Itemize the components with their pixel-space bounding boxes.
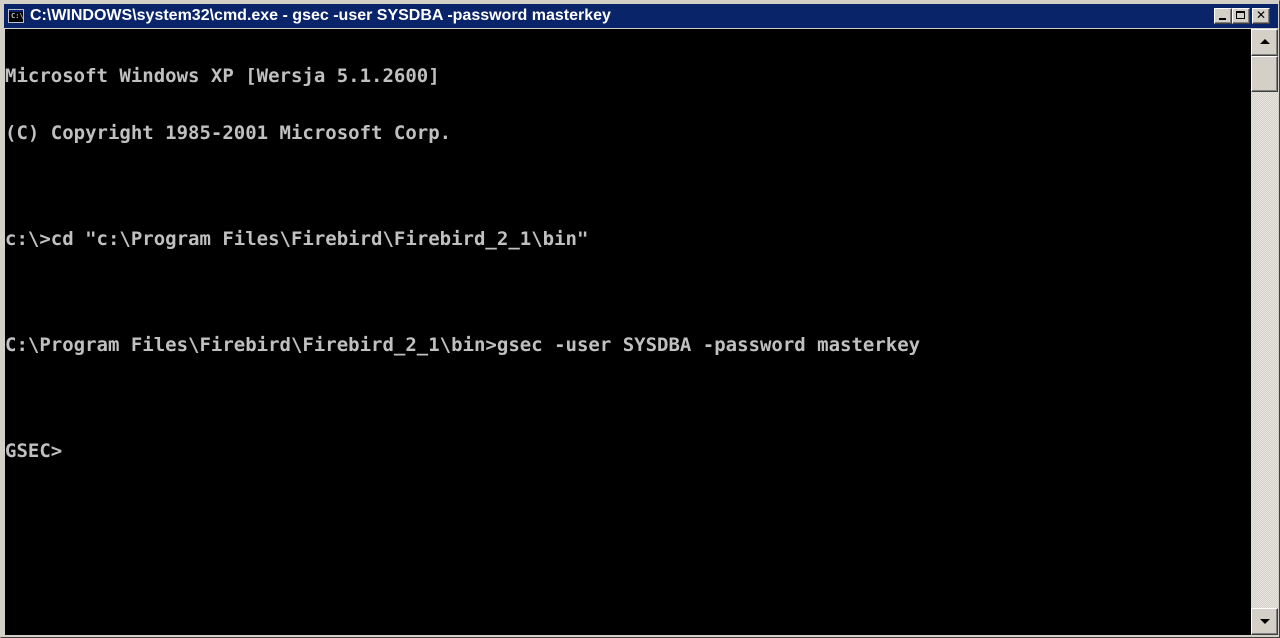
console-prompt: GSEC> bbox=[5, 440, 63, 462]
console-prompt-line: GSEC> bbox=[5, 442, 1251, 461]
minimize-button[interactable] bbox=[1214, 8, 1232, 24]
cmd-app-icon[interactable]: C:\ bbox=[8, 9, 24, 23]
title-bar[interactable]: C:\ C:\WINDOWS\system32\cmd.exe - gsec -… bbox=[4, 4, 1278, 28]
scroll-down-arrow-icon bbox=[1260, 619, 1270, 624]
close-button[interactable]: ✕ bbox=[1252, 8, 1270, 24]
console-output[interactable]: Microsoft Windows XP [Wersja 5.1.2600] (… bbox=[5, 29, 1251, 635]
window-title: C:\WINDOWS\system32\cmd.exe - gsec -user… bbox=[30, 7, 611, 24]
maximize-button[interactable] bbox=[1232, 8, 1250, 24]
maximize-icon bbox=[1236, 11, 1245, 19]
console-line: (C) Copyright 1985-2001 Microsoft Corp. bbox=[5, 122, 452, 144]
close-icon: ✕ bbox=[1255, 8, 1267, 22]
scrollbar-thumb[interactable] bbox=[1251, 56, 1278, 92]
scroll-up-button[interactable] bbox=[1251, 29, 1278, 56]
scroll-down-button[interactable] bbox=[1251, 608, 1278, 635]
console-line: C:\Program Files\Firebird\Firebird_2_1\b… bbox=[5, 334, 921, 356]
cmd-window: C:\ C:\WINDOWS\system32\cmd.exe - gsec -… bbox=[0, 0, 1280, 638]
vertical-scrollbar[interactable] bbox=[1251, 29, 1278, 635]
cmd-app-icon-text: C:\ bbox=[11, 12, 24, 20]
console-line: Microsoft Windows XP [Wersja 5.1.2600] bbox=[5, 65, 440, 87]
scroll-up-arrow-icon bbox=[1260, 39, 1270, 44]
minimize-icon bbox=[1219, 18, 1226, 20]
console-line: c:\>cd "c:\Program Files\Firebird\Firebi… bbox=[5, 228, 589, 250]
